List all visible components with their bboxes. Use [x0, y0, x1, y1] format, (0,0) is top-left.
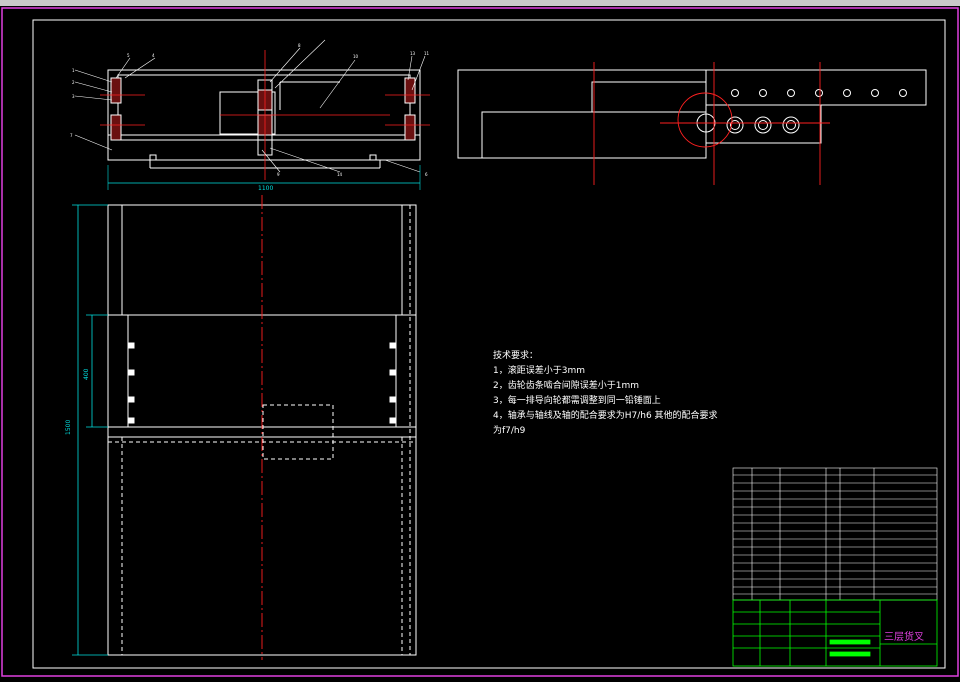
- side-centerlines: [593, 62, 830, 185]
- svg-text:2: 2: [72, 80, 75, 85]
- svg-text:10: 10: [353, 54, 359, 59]
- section-leaders: [74, 39, 426, 173]
- parts-list: [732, 467, 938, 601]
- svg-text:11: 11: [424, 51, 430, 56]
- sheet-border: [1, 7, 959, 677]
- side-view: [457, 69, 927, 159]
- cad-drawing-canvas[interactable]: 1 2 3 7 5 4 8 10 13 11 9 14 6 1100 1500 400 技…: [0, 6, 960, 678]
- width-dim-text: 1100: [258, 185, 273, 192]
- tech-line-2: 2，齿轮齿条啮合间隙误差小于1mm: [493, 381, 639, 391]
- tech-line-5: 为f7/h9: [493, 426, 526, 436]
- tech-title: 技术要求：: [493, 351, 539, 361]
- tech-line-3: 3，每一排导向轮都需调整到同一铅锤面上: [493, 396, 661, 406]
- technical-requirements: 技术要求： 1，滚距误差小于3mm 2，齿轮齿条啮合间隙误差小于1mm 3，每一…: [493, 349, 718, 439]
- svg-text:3: 3: [72, 94, 75, 99]
- svg-text:9: 9: [277, 172, 280, 177]
- svg-text:14: 14: [337, 172, 343, 177]
- svg-text:13: 13: [410, 51, 416, 56]
- tech-line-4: 4，轴承与轴线及轴的配合要求为H7/h6 其他的配合要求: [493, 411, 718, 421]
- svg-text:7: 7: [70, 133, 73, 138]
- svg-text:4: 4: [152, 53, 155, 58]
- title-block-name: 三层货叉: [884, 632, 924, 643]
- svg-text:6: 6: [425, 172, 428, 177]
- plan-dimensions: [72, 204, 108, 656]
- section-view: [107, 69, 421, 169]
- tech-line-1: 1，滚距误差小于3mm: [493, 366, 585, 376]
- window-dim-text: 400: [83, 368, 90, 380]
- drawing-svg: 1 2 3 7 5 4 8 10 13 11 9 14 6 1100 1500 400: [1, 7, 959, 677]
- svg-text:5: 5: [127, 53, 130, 58]
- svg-text:1: 1: [72, 68, 75, 73]
- height-dim-text: 1500: [65, 420, 72, 435]
- svg-text:8: 8: [298, 43, 301, 48]
